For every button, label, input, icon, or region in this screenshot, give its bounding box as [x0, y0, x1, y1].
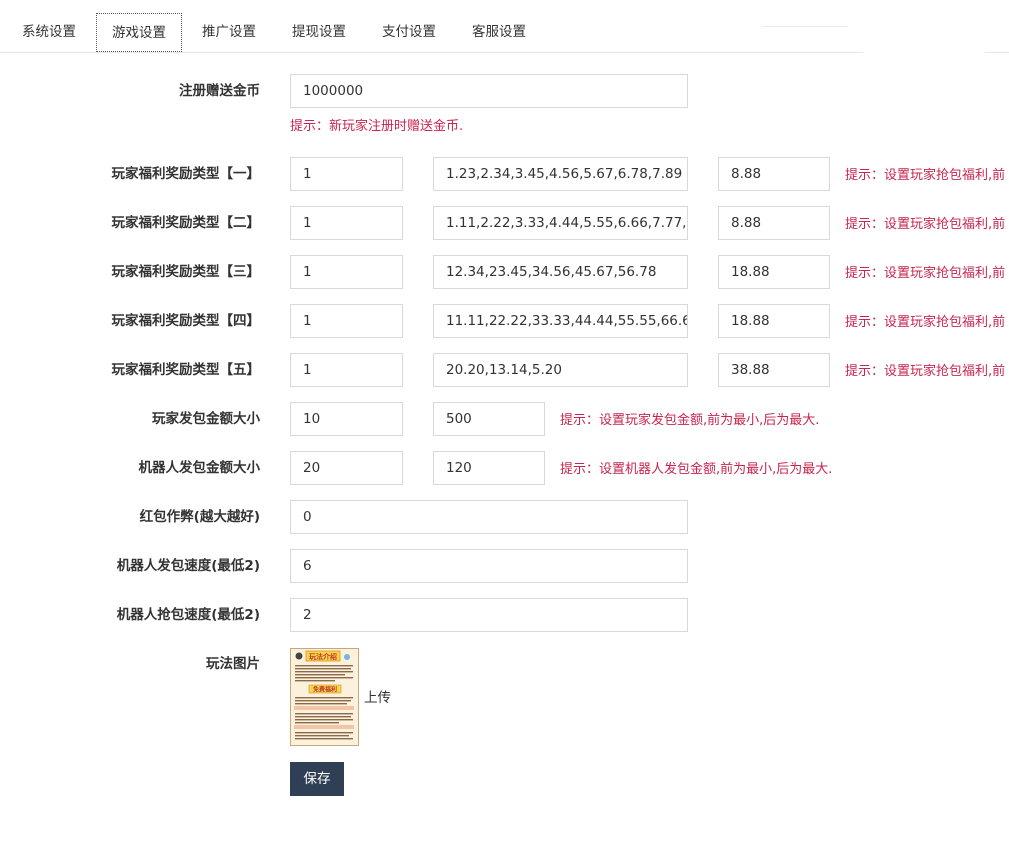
tab-divider — [0, 52, 863, 53]
robot-amount-max-input[interactable]: 120 — [433, 451, 545, 485]
robot-send-speed-input[interactable]: 6 — [290, 549, 688, 583]
settings-page: 系统设置 游戏设置 推广设置 提现设置 支付设置 客服设置 注册赠送金币 100… — [0, 0, 1009, 850]
tab-promotion-settings[interactable]: 推广设置 — [188, 13, 270, 52]
tab-withdraw-settings[interactable]: 提现设置 — [278, 13, 360, 52]
reward-amounts-input[interactable]: 1.23,2.34,3.45,4.56,5.67,6.78,7.89 — [433, 157, 688, 191]
reward-hint: 提示：设置玩家抢包福利,前 — [845, 217, 1006, 232]
tab-bar: 系统设置 游戏设置 推广设置 提现设置 支付设置 客服设置 — [0, 0, 1009, 53]
reward-total-input[interactable]: 38.88 — [718, 353, 830, 387]
register-bonus-hint: 提示：新玩家注册时赠送金币. — [290, 119, 464, 134]
upload-link[interactable]: 上传 — [364, 686, 391, 706]
reward-total-input[interactable]: 8.88 — [718, 206, 830, 240]
reward-hint: 提示：设置玩家抢包福利,前 — [845, 364, 1006, 379]
tabbar-decoration — [762, 26, 848, 27]
tab-service-settings[interactable]: 客服设置 — [458, 13, 540, 52]
robot-amount-min-input[interactable]: 20 — [290, 451, 403, 485]
reward-count-input[interactable]: 1 — [290, 206, 403, 240]
reward-hint: 提示：设置玩家抢包福利,前 — [845, 168, 1006, 183]
robot-grab-speed-input[interactable]: 2 — [290, 598, 688, 632]
play-image-label: 玩法图片 — [206, 656, 260, 672]
reward-count-input[interactable]: 1 — [290, 353, 403, 387]
play-image-title: 玩法介绍 — [309, 652, 337, 661]
save-button[interactable]: 保存 — [290, 762, 344, 796]
play-image-subtitle: 免费福利 — [313, 686, 337, 694]
reward-type-label: 玩家福利奖励类型【二】 — [111, 215, 261, 231]
reward-count-input[interactable]: 1 — [290, 304, 403, 338]
reward-type-label: 玩家福利奖励类型【五】 — [111, 362, 261, 378]
reward-amounts-input[interactable]: 11.11,22.22,33.33,44.44,55.55,66.66 — [433, 304, 688, 338]
reward-type-label: 玩家福利奖励类型【一】 — [111, 166, 261, 182]
register-bonus-input[interactable]: 1000000 — [290, 74, 688, 108]
play-image-thumbnail[interactable]: 玩法介绍 免费福利 — [290, 648, 359, 746]
robot-amount-hint: 提示：设置机器人发包金额,前为最小,后为最大. — [560, 462, 833, 477]
player-amount-max-input[interactable]: 500 — [433, 402, 545, 436]
player-amount-label: 玩家发包金额大小 — [152, 411, 260, 427]
cheat-input[interactable]: 0 — [290, 500, 688, 534]
reward-amounts-input[interactable]: 12.34,23.45,34.56,45.67,56.78 — [433, 255, 688, 289]
reward-total-input[interactable]: 8.88 — [718, 157, 830, 191]
robot-grab-speed-label: 机器人抢包速度(最低2) — [116, 607, 260, 623]
reward-type-label: 玩家福利奖励类型【四】 — [111, 313, 261, 329]
reward-total-input[interactable]: 18.88 — [718, 255, 830, 289]
tab-game-settings[interactable]: 游戏设置 — [96, 13, 182, 52]
register-bonus-label: 注册赠送金币 — [179, 83, 260, 99]
reward-total-input[interactable]: 18.88 — [718, 304, 830, 338]
tab-payment-settings[interactable]: 支付设置 — [368, 13, 450, 52]
reward-count-input[interactable]: 1 — [290, 157, 403, 191]
cheat-label: 红包作弊(越大越好) — [139, 509, 260, 525]
robot-send-speed-label: 机器人发包速度(最低2) — [116, 558, 260, 574]
reward-hint: 提示：设置玩家抢包福利,前 — [845, 266, 1006, 281]
reward-hint: 提示：设置玩家抢包福利,前 — [845, 315, 1006, 330]
play-image-graphic: 玩法介绍 免费福利 — [291, 649, 358, 745]
reward-amounts-input[interactable]: 1.11,2.22,3.33,4.44,5.55,6.66,7.77,8 — [433, 206, 688, 240]
player-amount-min-input[interactable]: 10 — [290, 402, 403, 436]
reward-type-label: 玩家福利奖励类型【三】 — [111, 264, 261, 280]
reward-count-input[interactable]: 1 — [290, 255, 403, 289]
tab-divider-right — [985, 52, 1009, 53]
reward-amounts-input[interactable]: 20.20,13.14,5.20 — [433, 353, 688, 387]
player-amount-hint: 提示：设置玩家发包金额,前为最小,后为最大. — [560, 413, 820, 428]
tab-system-settings[interactable]: 系统设置 — [8, 13, 90, 52]
robot-amount-label: 机器人发包金额大小 — [138, 460, 261, 476]
